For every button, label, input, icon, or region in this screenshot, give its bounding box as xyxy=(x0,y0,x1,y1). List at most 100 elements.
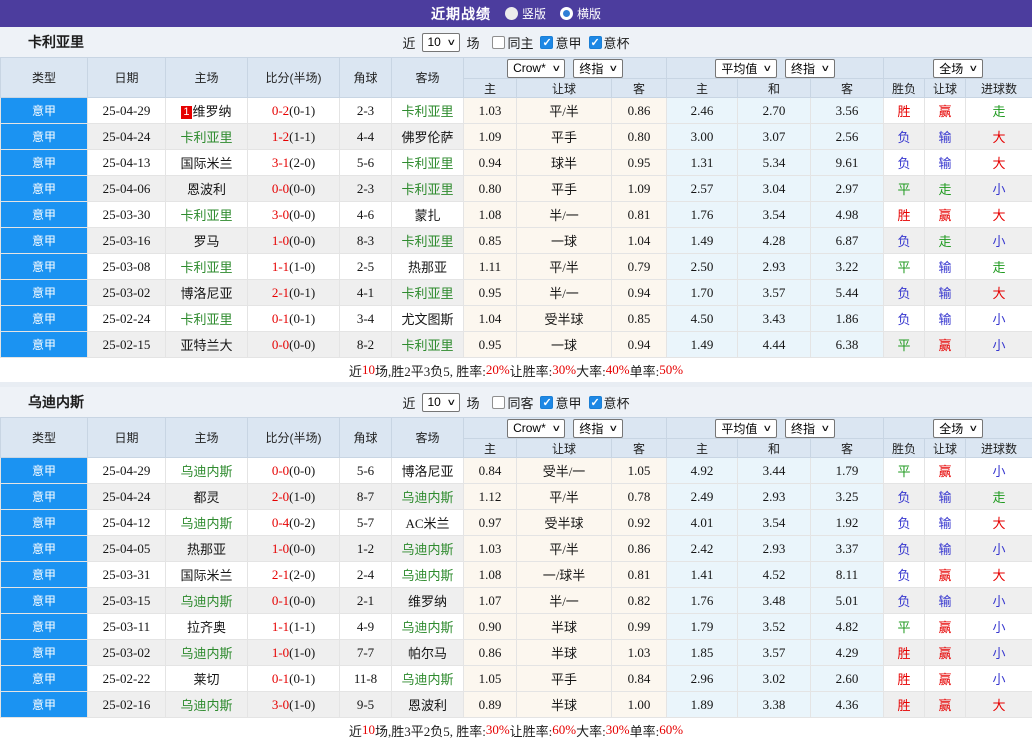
avg-draw-cell: 4.28 xyxy=(738,228,811,254)
handicap-cell: 半球 xyxy=(517,692,612,718)
away-odds-cell: 0.94 xyxy=(612,332,667,358)
avg-away-cell: 8.11 xyxy=(811,562,884,588)
final-odds-select[interactable]: 终指 ∨ xyxy=(573,59,623,78)
date-cell: 25-03-08 xyxy=(88,254,166,280)
goals-cell: 大 xyxy=(966,510,1032,536)
home-team-cell: 卡利亚里 xyxy=(166,306,248,332)
handicap-result-cell: 赢 xyxy=(925,640,966,666)
final-odds-select[interactable]: 终指 ∨ xyxy=(785,59,835,78)
home-team-name: 乌迪内斯 xyxy=(180,516,232,531)
result-cell: 负 xyxy=(884,562,925,588)
full-match-select[interactable]: 全场 ∨ xyxy=(933,59,983,78)
away-team-cell: 乌迪内斯 xyxy=(392,666,464,692)
match-row: 意甲25-03-02博洛尼亚2-1(0-1)4-1卡利亚里0.95半/一0.94… xyxy=(1,280,1032,306)
handicap-cell: 一球 xyxy=(517,228,612,254)
halftime-score: (0-1) xyxy=(289,103,315,118)
date-cell: 25-03-02 xyxy=(88,640,166,666)
col-type: 类型 xyxy=(1,418,88,458)
score-cell: 1-1(1-0) xyxy=(248,254,340,280)
full-match-select[interactable]: 全场 ∨ xyxy=(933,419,983,438)
match-row: 意甲25-02-22莱切0-1(0-1)11-8乌迪内斯1.05平手0.842.… xyxy=(1,666,1032,692)
checkbox-label: 意杯 xyxy=(604,393,630,412)
result-cell: 胜 xyxy=(884,640,925,666)
avg-away-cell: 2.97 xyxy=(811,176,884,202)
match-row: 意甲25-02-24卡利亚里0-1(0-1)3-4尤文图斯1.04受半球0.85… xyxy=(1,306,1032,332)
handicap-result-cell: 输 xyxy=(925,510,966,536)
away-team-cell: 乌迪内斯 xyxy=(392,484,464,510)
halftime-score: (2-0) xyxy=(289,567,315,582)
avg-away-cell: 1.92 xyxy=(811,510,884,536)
final-odds-select[interactable]: 终指 ∨ xyxy=(573,419,623,438)
result-cell: 负 xyxy=(884,150,925,176)
handicap-cell: 平/半 xyxy=(517,484,612,510)
select-value: Crow* xyxy=(513,61,546,75)
select-value: 10 xyxy=(428,35,441,49)
summary-text: 大率: xyxy=(576,361,606,380)
avg-away-cell: 2.60 xyxy=(811,666,884,692)
home-team-cell: 亚特兰大 xyxy=(166,332,248,358)
recent-count-select[interactable]: 10 ∨ xyxy=(422,393,461,412)
filter-controls: 近 10 ∨ 场 同主意甲意杯 xyxy=(402,33,629,52)
vertical-layout-radio[interactable] xyxy=(505,7,518,20)
halftime-score: (0-0) xyxy=(289,233,315,248)
avg-home-cell: 1.49 xyxy=(667,332,738,358)
corners-cell: 2-3 xyxy=(340,176,392,202)
date-cell: 25-04-13 xyxy=(88,150,166,176)
bookmaker-select[interactable]: Crow* ∨ xyxy=(507,59,565,78)
near-label: 近 xyxy=(402,33,415,52)
avg-away-cell: 4.29 xyxy=(811,640,884,666)
result-cell: 负 xyxy=(884,306,925,332)
summary-text: 场,胜2平3负5, 胜率: xyxy=(375,361,486,380)
corners-cell: 11-8 xyxy=(340,666,392,692)
score-cell: 2-0(1-0) xyxy=(248,484,340,510)
away-team-name: 卡利亚里 xyxy=(401,156,453,171)
home-team-cell: 国际米兰 xyxy=(166,562,248,588)
league-cell: 意甲 xyxy=(1,202,88,228)
recent-count-select[interactable]: 10 ∨ xyxy=(422,33,461,52)
result-cell: 平 xyxy=(884,458,925,484)
summary-text: 近 xyxy=(349,721,362,740)
handicap-result-cell: 赢 xyxy=(925,332,966,358)
horizontal-layout-radio[interactable] xyxy=(560,7,573,20)
away-team-cell: 帕尔马 xyxy=(392,640,464,666)
away-team-cell: 卡利亚里 xyxy=(392,176,464,202)
avg-home-cell: 2.57 xyxy=(667,176,738,202)
away-team-name: AC米兰 xyxy=(405,516,449,531)
final-odds-select[interactable]: 终指 ∨ xyxy=(785,419,835,438)
goals-cell: 小 xyxy=(966,666,1032,692)
italy-cup-checkbox[interactable] xyxy=(589,396,602,409)
avg-away-cell: 3.56 xyxy=(811,98,884,124)
average-select[interactable]: 平均值 ∨ xyxy=(715,59,777,78)
same-home-checkbox[interactable] xyxy=(492,36,505,49)
avg-draw-cell: 3.57 xyxy=(738,280,811,306)
summary-text: 单率: xyxy=(630,721,660,740)
serie-a-checkbox[interactable] xyxy=(540,396,553,409)
summary-text: 60% xyxy=(552,722,576,738)
avg-home-cell: 1.76 xyxy=(667,588,738,614)
average-odds-group: 平均值 ∨ 终指 ∨ xyxy=(667,58,884,79)
col-score: 比分(半场) xyxy=(248,58,340,98)
result-cell: 平 xyxy=(884,176,925,202)
bookmaker-select[interactable]: Crow* ∨ xyxy=(507,419,565,438)
match-row: 意甲25-02-15亚特兰大0-0(0-0)8-2卡利亚里0.95一球0.941… xyxy=(1,332,1032,358)
home-team-name: 卡利亚里 xyxy=(180,260,232,275)
match-row: 意甲25-03-15乌迪内斯0-1(0-0)2-1维罗纳1.07半/一0.821… xyxy=(1,588,1032,614)
select-value: 平均值 xyxy=(721,420,757,437)
avg-draw-cell: 2.93 xyxy=(738,254,811,280)
same-away-checkbox[interactable] xyxy=(492,396,505,409)
avg-away-cell: 1.79 xyxy=(811,458,884,484)
average-select[interactable]: 平均值 ∨ xyxy=(715,419,777,438)
layout-option-vertical: 竖版 xyxy=(505,5,546,22)
match-row: 意甲25-03-31国际米兰2-1(2-0)2-4乌迪内斯1.08一/球半0.8… xyxy=(1,562,1032,588)
score-cell: 3-0(0-0) xyxy=(248,202,340,228)
avg-draw-cell: 4.52 xyxy=(738,562,811,588)
home-odds-cell: 0.80 xyxy=(464,176,517,202)
serie-a-checkbox[interactable] xyxy=(540,36,553,49)
home-odds-cell: 0.84 xyxy=(464,458,517,484)
summary-text: 大率: xyxy=(576,721,606,740)
match-row: 意甲25-03-08卡利亚里1-1(1-0)2-5热那亚1.11平/半0.792… xyxy=(1,254,1032,280)
avg-draw-cell: 3.54 xyxy=(738,202,811,228)
handicap-cell: 半/一 xyxy=(517,280,612,306)
away-team-cell: 佛罗伦萨 xyxy=(392,124,464,150)
italy-cup-checkbox[interactable] xyxy=(589,36,602,49)
